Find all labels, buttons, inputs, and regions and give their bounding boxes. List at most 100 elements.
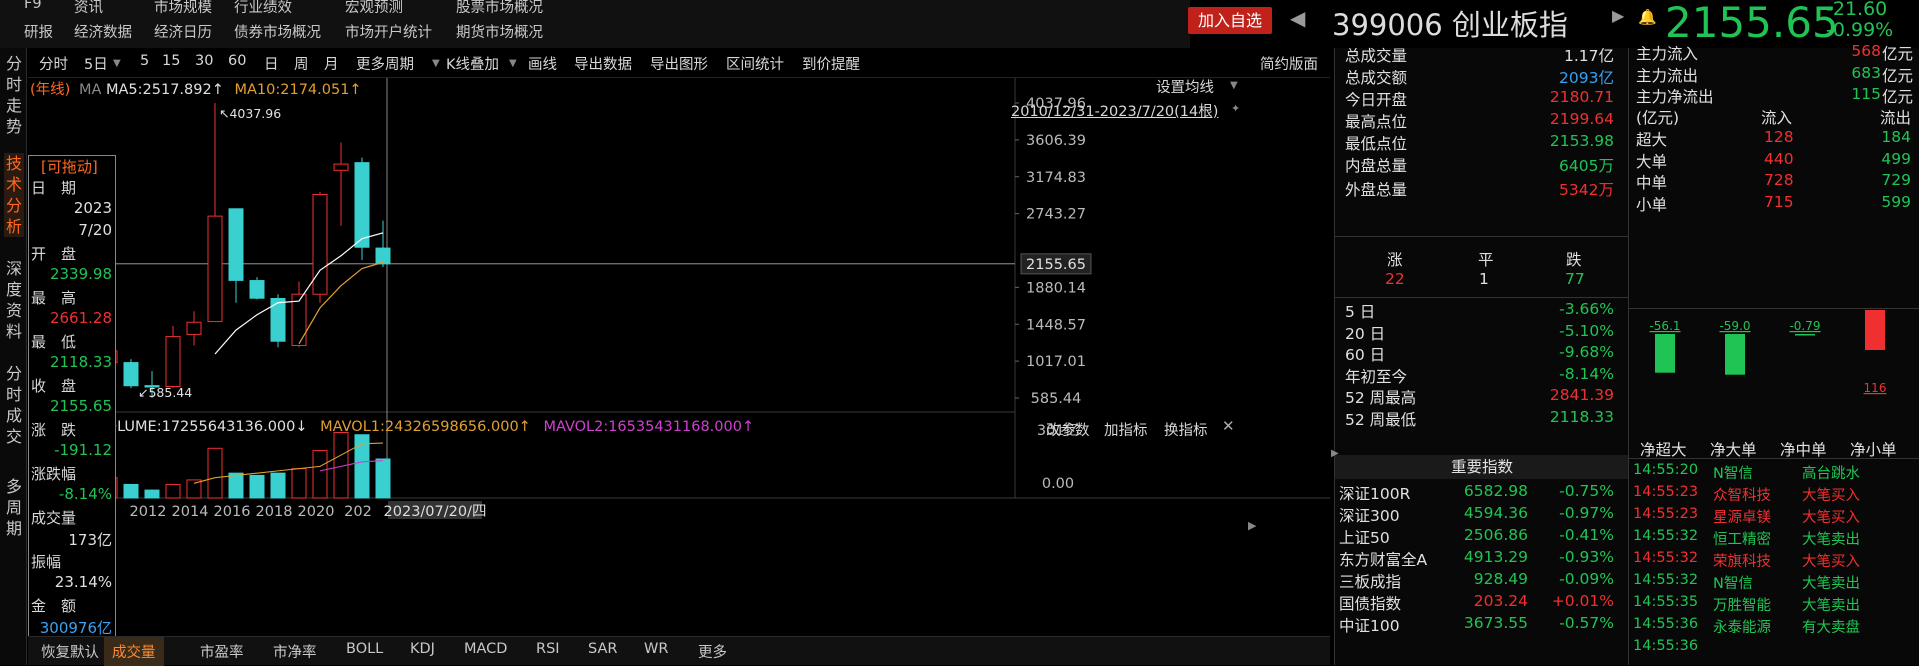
tb-day[interactable]: 日 xyxy=(264,53,279,74)
nav-econ-data[interactable]: 经济数据 xyxy=(74,21,132,42)
nav-bond-overview[interactable]: 债券市场概况 xyxy=(234,21,321,42)
trade-stock-7[interactable]: 永泰能源 xyxy=(1713,616,1771,637)
down-label: 跌 xyxy=(1566,251,1582,269)
chevron-down-icon[interactable]: ▼ xyxy=(509,58,517,69)
period-label: (年线) xyxy=(30,82,71,98)
stat-value-4: 2153.98 xyxy=(1549,132,1614,150)
tb-timeshare[interactable]: 分时 xyxy=(39,53,68,74)
nav-news[interactable]: 资讯 xyxy=(74,0,103,17)
trade-stock-1[interactable]: 众智科技 xyxy=(1713,484,1771,505)
nav-research[interactable]: 研报 xyxy=(24,21,53,42)
tab-sar[interactable]: SAR xyxy=(588,641,617,657)
left-nav-technical[interactable]: 技术分析 xyxy=(4,153,24,237)
candle-body-2011 xyxy=(123,362,139,387)
pin-icon[interactable]: ✦ xyxy=(1231,102,1240,115)
chevron-down-icon[interactable]: ▼ xyxy=(113,58,121,69)
collapse-arrow-icon[interactable]: ▶ xyxy=(1331,448,1339,459)
add-indicator-button[interactable]: 加指标 xyxy=(1104,419,1148,440)
add-watchlist-button[interactable]: 加入自选 xyxy=(1188,7,1272,34)
nav-market-scale[interactable]: 市场规模 xyxy=(154,0,212,17)
tab-rsi[interactable]: RSI xyxy=(536,641,560,657)
tab-pe[interactable]: 市盈率 xyxy=(200,641,244,662)
fund-row-out-2: 729 xyxy=(1881,171,1911,189)
tb-export-data[interactable]: 导出数据 xyxy=(574,53,632,74)
tab-more[interactable]: 更多 xyxy=(698,641,727,662)
crosshair-price: 2155.65 xyxy=(1026,257,1086,273)
stat-value-2: 2180.71 xyxy=(1549,88,1614,106)
change-params-button[interactable]: 改参数 xyxy=(1046,419,1090,440)
left-nav-multi-period[interactable]: 多周期 xyxy=(4,476,24,539)
info-change-label: 涨 跌 xyxy=(31,421,77,439)
tab-reset[interactable]: 恢复默认 xyxy=(41,641,99,662)
tb-export-graph[interactable]: 导出图形 xyxy=(650,53,708,74)
nav-stock-overview[interactable]: 股票市场概况 xyxy=(456,0,543,17)
nav-industry[interactable]: 行业绩效 xyxy=(234,0,292,17)
tab-macd[interactable]: MACD xyxy=(464,641,507,657)
tb-more-periods[interactable]: 更多周期 xyxy=(356,53,414,74)
tb-simple-layout[interactable]: 简约版面 xyxy=(1260,53,1318,74)
stat-label-1: 总成交额 xyxy=(1345,69,1408,87)
ma-settings[interactable]: 设置均线 xyxy=(1156,76,1214,97)
nav-futures-overview[interactable]: 期货市场概况 xyxy=(456,21,543,42)
close-icon[interactable]: ✕ xyxy=(1222,417,1235,435)
index-name-0[interactable]: 深证100R xyxy=(1339,482,1410,504)
trade-stock-3[interactable]: 恒工精密 xyxy=(1713,528,1771,549)
index-name-1[interactable]: 深证300 xyxy=(1339,504,1400,526)
tab-kdj[interactable]: KDJ xyxy=(410,641,435,657)
tab-pb[interactable]: 市净率 xyxy=(273,641,317,662)
tab-wr[interactable]: WR xyxy=(644,641,668,657)
nav-account-stats[interactable]: 市场开户统计 xyxy=(345,21,432,42)
kline-info-box[interactable]: [可拖动] 日 期 2023 7/20 开 盘 2339.98 最 高 2661… xyxy=(28,155,116,637)
prev-arrow-icon[interactable]: ◀ xyxy=(1290,6,1305,30)
tb-15min[interactable]: 15 xyxy=(162,53,180,69)
tab-boll[interactable]: BOLL xyxy=(346,641,383,657)
tb-5day[interactable]: 5日 xyxy=(84,53,108,74)
nav-econ-calendar[interactable]: 经济日历 xyxy=(154,21,212,42)
chevron-down-icon[interactable]: ▼ xyxy=(432,58,440,69)
fund-row-in-1: 440 xyxy=(1764,149,1794,168)
left-nav-timeshare[interactable]: 分时走势 xyxy=(4,53,24,137)
left-nav-trades[interactable]: 分时成交 xyxy=(4,363,24,447)
info-low-label: 最 低 xyxy=(31,333,77,351)
trade-stock-6[interactable]: 万胜智能 xyxy=(1713,594,1771,615)
index-name-5[interactable]: 国债指数 xyxy=(1339,592,1401,614)
tb-month[interactable]: 月 xyxy=(324,53,339,74)
index-name-6[interactable]: 中证100 xyxy=(1339,614,1400,636)
tb-5min[interactable]: 5 xyxy=(140,53,149,69)
trade-time-1: 14:55:23 xyxy=(1633,484,1699,500)
stat-value-1: 2093亿 xyxy=(1559,69,1614,87)
tab-volume[interactable]: 成交量 xyxy=(104,637,164,666)
fund-top-label-1: 主力流出 xyxy=(1636,66,1699,85)
tb-30min[interactable]: 30 xyxy=(195,53,213,69)
y-tick-2: 3174.83 xyxy=(1026,170,1086,186)
nav-f9[interactable]: F9 xyxy=(24,0,42,12)
tb-kline-overlay[interactable]: K线叠加 xyxy=(446,53,499,74)
index-name-2[interactable]: 上证50 xyxy=(1339,526,1390,548)
date-range[interactable]: 2010/12/31-2023/7/20(14根) xyxy=(1011,100,1218,121)
bell-icon[interactable]: 🔔 xyxy=(1638,8,1657,26)
index-name-4[interactable]: 三板成指 xyxy=(1339,570,1401,592)
drag-label[interactable]: [可拖动] xyxy=(41,156,98,177)
current-price: 2155.65 xyxy=(1665,0,1839,47)
tb-60min[interactable]: 60 xyxy=(228,53,246,69)
trade-time-2: 14:55:23 xyxy=(1633,506,1699,522)
next-arrow-icon[interactable]: ▶ xyxy=(1612,6,1624,25)
trade-stock-4[interactable]: 荣旗科技 xyxy=(1713,550,1771,571)
stat-value-5: 6405万 xyxy=(1559,157,1614,175)
trade-stock-2[interactable]: 星源卓镁 xyxy=(1713,506,1771,527)
nav-macro[interactable]: 宏观预测 xyxy=(345,0,403,17)
tb-price-alert[interactable]: 到价提醒 xyxy=(802,53,860,74)
kline-chart[interactable]: 4037.96 3606.39 3174.83 2743.27 1880.14 1448.… xyxy=(28,78,1330,633)
switch-indicator-button[interactable]: 换指标 xyxy=(1164,419,1208,440)
left-nav-depth[interactable]: 深度资料 xyxy=(4,258,24,342)
scroll-right-icon[interactable]: ▶ xyxy=(1248,519,1256,532)
tb-week[interactable]: 周 xyxy=(294,53,309,74)
info-amount-label: 金 额 xyxy=(31,597,77,615)
index-name-3[interactable]: 东方财富全A xyxy=(1339,548,1427,570)
chevron-down-icon[interactable]: ▼ xyxy=(1230,80,1238,91)
tb-draw[interactable]: 画线 xyxy=(528,53,557,74)
trade-stock-0[interactable]: N智信 xyxy=(1713,462,1753,483)
tb-range-stats[interactable]: 区间统计 xyxy=(726,53,784,74)
info-change: -191.12 xyxy=(54,441,112,459)
trade-stock-5[interactable]: N智信 xyxy=(1713,572,1753,593)
